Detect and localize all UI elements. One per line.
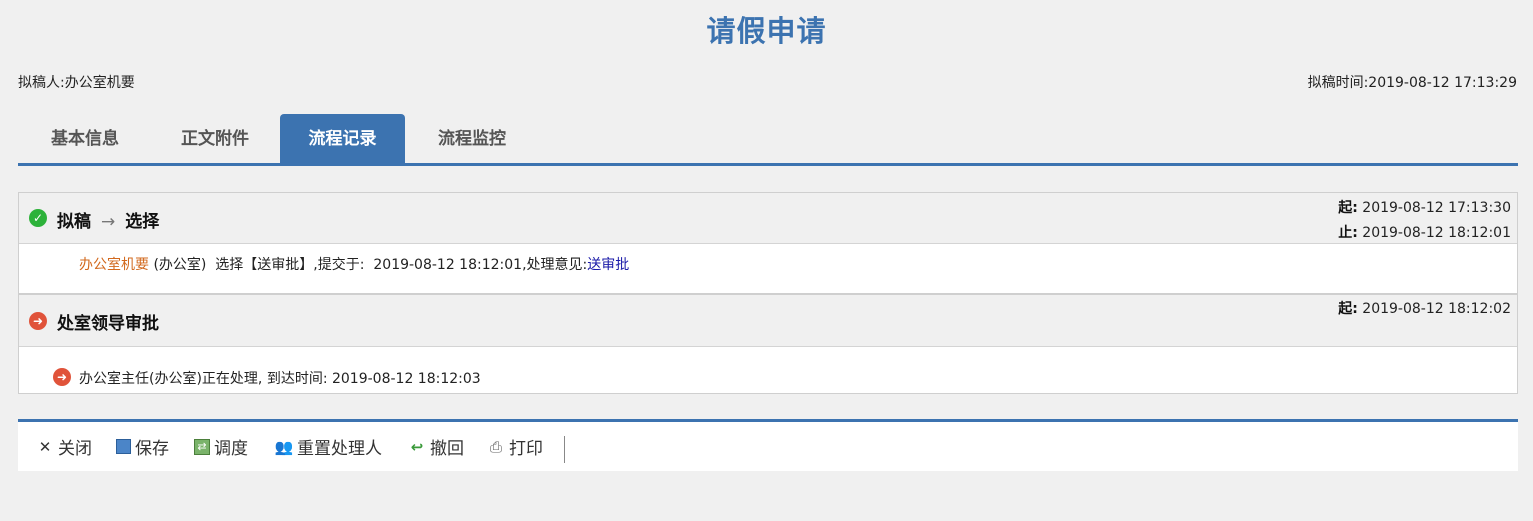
process-record-pending: ➜ 处室领导审批 起: 2019-08-12 18:12:02 ➜ 办公室主任(… [18, 293, 1518, 394]
end-label: 止: [1338, 225, 1358, 241]
handler-action: 选择【送审批】,提交于: [215, 257, 365, 273]
end-value: 2019-08-12 18:12:01 [1362, 225, 1511, 241]
check-circle-icon: ✓ [29, 209, 47, 227]
tab-bar: 基本信息 正文附件 流程记录 流程监控 [18, 114, 1518, 166]
withdraw-button[interactable]: ↩ 撤回 [408, 422, 464, 471]
draft-time-value: 2019-08-12 17:13:29 [1368, 75, 1517, 91]
record-header: ✓ 拟稿 → 选择 起: 2019-08-12 17:13:30 止: 2019-0… [19, 193, 1517, 244]
step-title: 处室领导审批 [57, 314, 159, 334]
dispatch-label: 调度 [214, 439, 248, 459]
record-header: ➜ 处室领导审批 起: 2019-08-12 18:12:02 [19, 295, 1517, 347]
reset-handler-label: 重置处理人 [297, 439, 382, 459]
arrow-circle-icon: ➜ [53, 368, 71, 386]
dispatch-icon: ⇄ [194, 438, 210, 455]
end-time: 止: 2019-08-12 18:12:01 [1338, 222, 1511, 242]
pending-status: 办公室主任(办公室)正在处理, 到达时间: 2019-08-12 18:12:0… [79, 371, 481, 387]
tab-attachments[interactable]: 正文附件 [152, 114, 278, 163]
reset-handler-button[interactable]: 👥 重置处理人 [275, 422, 382, 471]
draft-time-info: 拟稿时间:2019-08-12 17:13:29 [1308, 72, 1517, 92]
draft-time-label: 拟稿时间: [1307, 75, 1369, 91]
handler-link[interactable]: 办公室机要 [79, 257, 149, 273]
undo-icon: ↩ [410, 437, 424, 456]
page-title: 请假申请 [706, 14, 827, 48]
step-title: 拟稿 → 选择 [57, 207, 159, 232]
drafter-info: 拟稿人:办公室机要 [18, 72, 135, 92]
drafter-label: 拟稿人: [18, 75, 65, 91]
toolbar-separator [564, 436, 565, 463]
tab-process-monitor[interactable]: 流程监控 [410, 114, 534, 163]
users-icon: 👥 [274, 437, 294, 456]
step-to: 选择 [125, 212, 160, 232]
start-value: 2019-08-12 18:12:02 [1362, 301, 1511, 317]
record-body: ➜ 办公室主任(办公室)正在处理, 到达时间: 2019-08-12 18:12… [19, 347, 1517, 393]
start-label: 起: [1338, 200, 1358, 216]
drafter-name: 办公室机要 [64, 75, 135, 91]
close-icon: ✕ [38, 437, 52, 456]
close-button[interactable]: ✕ 关闭 [36, 422, 92, 471]
opinion-value: 送审批 [587, 257, 630, 273]
dispatch-button[interactable]: ⇄ 调度 [194, 422, 248, 471]
process-record-completed: ✓ 拟稿 → 选择 起: 2019-08-12 17:13:30 止: 2019-0… [18, 192, 1518, 293]
submit-time: 2019-08-12 18:12:01, [373, 257, 527, 273]
close-label: 关闭 [58, 439, 92, 459]
arrow-right-icon: → [101, 212, 116, 232]
withdraw-label: 撤回 [430, 439, 464, 459]
action-toolbar: ✕ 关闭 保存 ⇄ 调度 👥 重置处理人 ↩ 撤回 ⎙ 打印 [18, 419, 1518, 471]
tab-process-record[interactable]: 流程记录 [280, 114, 405, 163]
save-button[interactable]: 保存 [116, 422, 169, 471]
print-label: 打印 [509, 439, 543, 459]
start-time: 起: 2019-08-12 18:12:02 [1338, 298, 1511, 318]
save-icon [116, 439, 131, 454]
opinion-label: 处理意见: [526, 257, 588, 273]
start-label: 起: [1338, 301, 1358, 317]
record-body: 办公室机要 (办公室) 选择【送审批】,提交于: 2019-08-12 18:1… [19, 244, 1517, 293]
record-detail: 办公室机要 (办公室) 选择【送审批】,提交于: 2019-08-12 18:1… [79, 254, 629, 274]
arrow-circle-icon: ➜ [29, 312, 47, 330]
save-label: 保存 [135, 439, 169, 459]
handler-dept: (办公室) [153, 257, 207, 273]
tab-basic-info[interactable]: 基本信息 [26, 114, 144, 163]
step-from: 拟稿 [57, 212, 91, 232]
start-value: 2019-08-12 17:13:30 [1362, 200, 1511, 216]
start-time: 起: 2019-08-12 17:13:30 [1338, 197, 1511, 217]
print-button[interactable]: ⎙ 打印 [487, 422, 543, 471]
printer-icon: ⎙ [489, 437, 502, 456]
